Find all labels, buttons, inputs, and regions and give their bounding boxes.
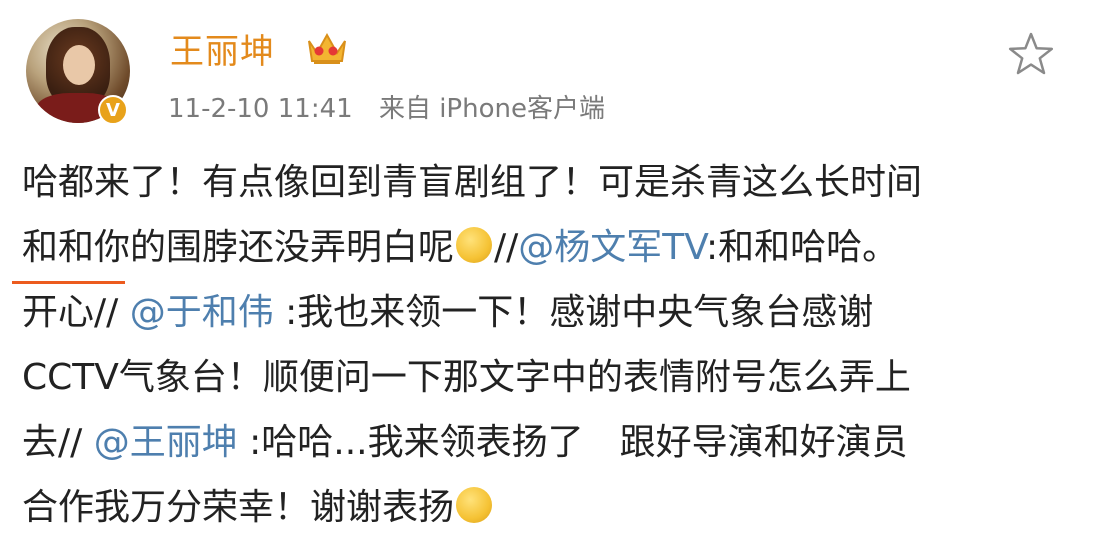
- content-line-2: 和和你的围脖还没弄明白呢 //@杨文军TV:和和哈哈。: [22, 215, 1092, 280]
- content-line-3: 开心// @于和伟 :我也来领一下！感谢中央气象台感谢: [22, 280, 1092, 345]
- line-text: :哈哈...我来领表扬了 跟好导演和好演员: [237, 422, 908, 463]
- line-text: 去//: [22, 422, 94, 463]
- line-text: CCTV气象台！顺便问一下那文字中的表情附号怎么弄上: [22, 357, 911, 398]
- content-line-5: 去// @王丽坤 :哈哈...我来领表扬了 跟好导演和好演员: [22, 410, 1092, 475]
- crown-icon[interactable]: [305, 27, 349, 67]
- post-source[interactable]: 来自 iPhone客户端: [379, 94, 605, 124]
- repost-separator: //: [494, 227, 519, 268]
- content-line-6: 合作我万分荣幸！谢谢表扬: [22, 475, 1092, 540]
- line-text: 开心//: [22, 292, 130, 333]
- line-text: 哈都来了！有点像回到青盲剧组了！可是杀青这么长时间: [22, 162, 923, 203]
- mention-link[interactable]: @于和伟: [130, 292, 274, 333]
- line-text: 合作我万分荣幸！谢谢表扬: [22, 487, 455, 528]
- mention-link[interactable]: @王丽坤: [94, 422, 238, 463]
- highlight-underline: [12, 281, 125, 284]
- verified-badge-icon: V: [98, 95, 128, 125]
- mention-link[interactable]: @杨文军TV: [518, 227, 706, 268]
- line-text: 和和你的围脖还没弄明白呢: [22, 227, 455, 268]
- line-text: :我也来领一下！感谢中央气象台感谢: [273, 292, 874, 333]
- line-text: :和和哈哈。: [705, 227, 899, 268]
- avatar-face: [63, 45, 95, 85]
- star-icon[interactable]: [1007, 30, 1055, 78]
- content-line-1: 哈都来了！有点像回到青盲剧组了！可是杀青这么长时间: [22, 150, 1092, 215]
- content-line-4: CCTV气象台！顺便问一下那文字中的表情附号怎么弄上: [22, 345, 1092, 410]
- smiley-emoji-icon: [456, 487, 493, 523]
- smiley-emoji-icon: [456, 227, 493, 263]
- post-meta: 11-2-10 11:41 来自 iPhone客户端: [168, 88, 623, 125]
- post-timestamp: 11-2-10 11:41: [168, 94, 353, 124]
- username[interactable]: 王丽坤: [170, 24, 275, 73]
- post-content: 哈都来了！有点像回到青盲剧组了！可是杀青这么长时间 和和你的围脖还没弄明白呢 //…: [22, 150, 1092, 540]
